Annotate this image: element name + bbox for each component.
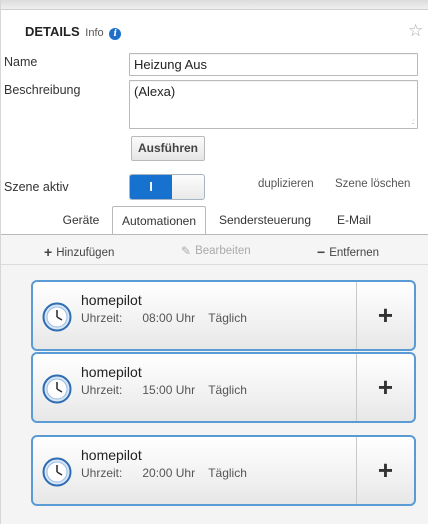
automation-title: homepilot (81, 447, 142, 463)
name-label: Name (4, 55, 38, 69)
automation-card-body[interactable]: homepilot Uhrzeit: 15:00 Uhr Täglich (33, 354, 356, 421)
tab-email[interactable]: E-Mail (326, 206, 382, 235)
delete-scene-link[interactable]: Szene löschen (335, 178, 410, 190)
duplicate-link[interactable]: duplizieren (258, 178, 314, 190)
details-panel: DETAILS Info i ☆ Name Heizung Aus Beschr… (0, 0, 428, 524)
time-label: Uhrzeit: (81, 466, 123, 480)
time-value: 20:00 Uhr (142, 466, 196, 480)
repeat-value: Täglich (208, 466, 247, 480)
edit-label: Bearbeiten (195, 245, 251, 257)
repeat-value: Täglich (208, 311, 247, 325)
time-label: Uhrzeit: (81, 383, 123, 397)
edit-button[interactable]: ✎ Bearbeiten (181, 244, 251, 258)
pencil-icon: ✎ (181, 244, 192, 258)
top-bar (1, 0, 428, 10)
clock-icon (42, 374, 72, 404)
automation-details: Uhrzeit: 20:00 Uhr Täglich (81, 466, 247, 480)
tab-sender-control[interactable]: Sendersteuerung (211, 206, 319, 235)
plus-icon: + (44, 244, 53, 260)
add-label: Hinzufügen (56, 247, 115, 259)
panel-title-text: DETAILS (25, 24, 80, 39)
automation-details: Uhrzeit: 08:00 Uhr Täglich (81, 311, 247, 325)
automation-card-body[interactable]: homepilot Uhrzeit: 20:00 Uhr Täglich (33, 437, 356, 504)
toggle-on-indicator: I (130, 175, 172, 199)
clock-icon (42, 457, 72, 487)
description-label: Beschreibung (4, 83, 81, 97)
minus-icon: − (317, 244, 326, 260)
panel-title: DETAILS Info i (25, 24, 122, 40)
card-add-button[interactable]: + (357, 354, 414, 421)
card-add-button[interactable]: + (357, 437, 414, 504)
time-value: 15:00 Uhr (142, 383, 196, 397)
scene-active-toggle[interactable]: I (129, 174, 205, 200)
remove-button[interactable]: − Entfernen (317, 244, 379, 260)
star-icon[interactable]: ☆ (408, 22, 423, 39)
tab-automations[interactable]: Automationen (112, 206, 206, 235)
tab-bar: Geräte Automationen Sendersteuerung E-Ma… (1, 206, 428, 235)
info-icon[interactable]: i (109, 28, 122, 40)
remove-label: Entfernen (329, 247, 380, 259)
time-label: Uhrzeit: (81, 311, 123, 325)
automation-card[interactable]: homepilot Uhrzeit: 15:00 Uhr Täglich + (31, 352, 416, 423)
name-value: Heizung Aus (134, 57, 207, 72)
clock-icon (42, 302, 72, 332)
automation-card-body[interactable]: homepilot Uhrzeit: 08:00 Uhr Täglich (33, 282, 356, 349)
description-field[interactable]: (Alexa) .: (129, 80, 418, 129)
automation-card[interactable]: homepilot Uhrzeit: 20:00 Uhr Täglich + (31, 435, 416, 506)
panel-subtitle: Info (85, 27, 104, 39)
repeat-value: Täglich (208, 383, 247, 397)
automation-list: homepilot Uhrzeit: 08:00 Uhr Täglich + h… (1, 265, 428, 524)
add-button[interactable]: + Hinzufügen (44, 244, 114, 260)
description-value: (Alexa) (134, 84, 176, 99)
automation-card[interactable]: homepilot Uhrzeit: 08:00 Uhr Täglich + (31, 280, 416, 351)
resize-grip-icon[interactable]: .: (412, 117, 416, 126)
tab-devices[interactable]: Geräte (50, 206, 112, 235)
card-add-button[interactable]: + (357, 282, 414, 349)
automation-toolbar: + Hinzufügen ✎ Bearbeiten − Entfernen (1, 235, 428, 265)
automation-title: homepilot (81, 292, 142, 308)
panel-header: DETAILS Info i ☆ (1, 10, 428, 46)
automation-details: Uhrzeit: 15:00 Uhr Täglich (81, 383, 247, 397)
name-field[interactable]: Heizung Aus (129, 53, 418, 76)
run-button[interactable]: Ausführen (131, 136, 205, 161)
automation-title: homepilot (81, 364, 142, 380)
scene-active-label: Szene aktiv (4, 180, 69, 194)
time-value: 08:00 Uhr (142, 311, 196, 325)
